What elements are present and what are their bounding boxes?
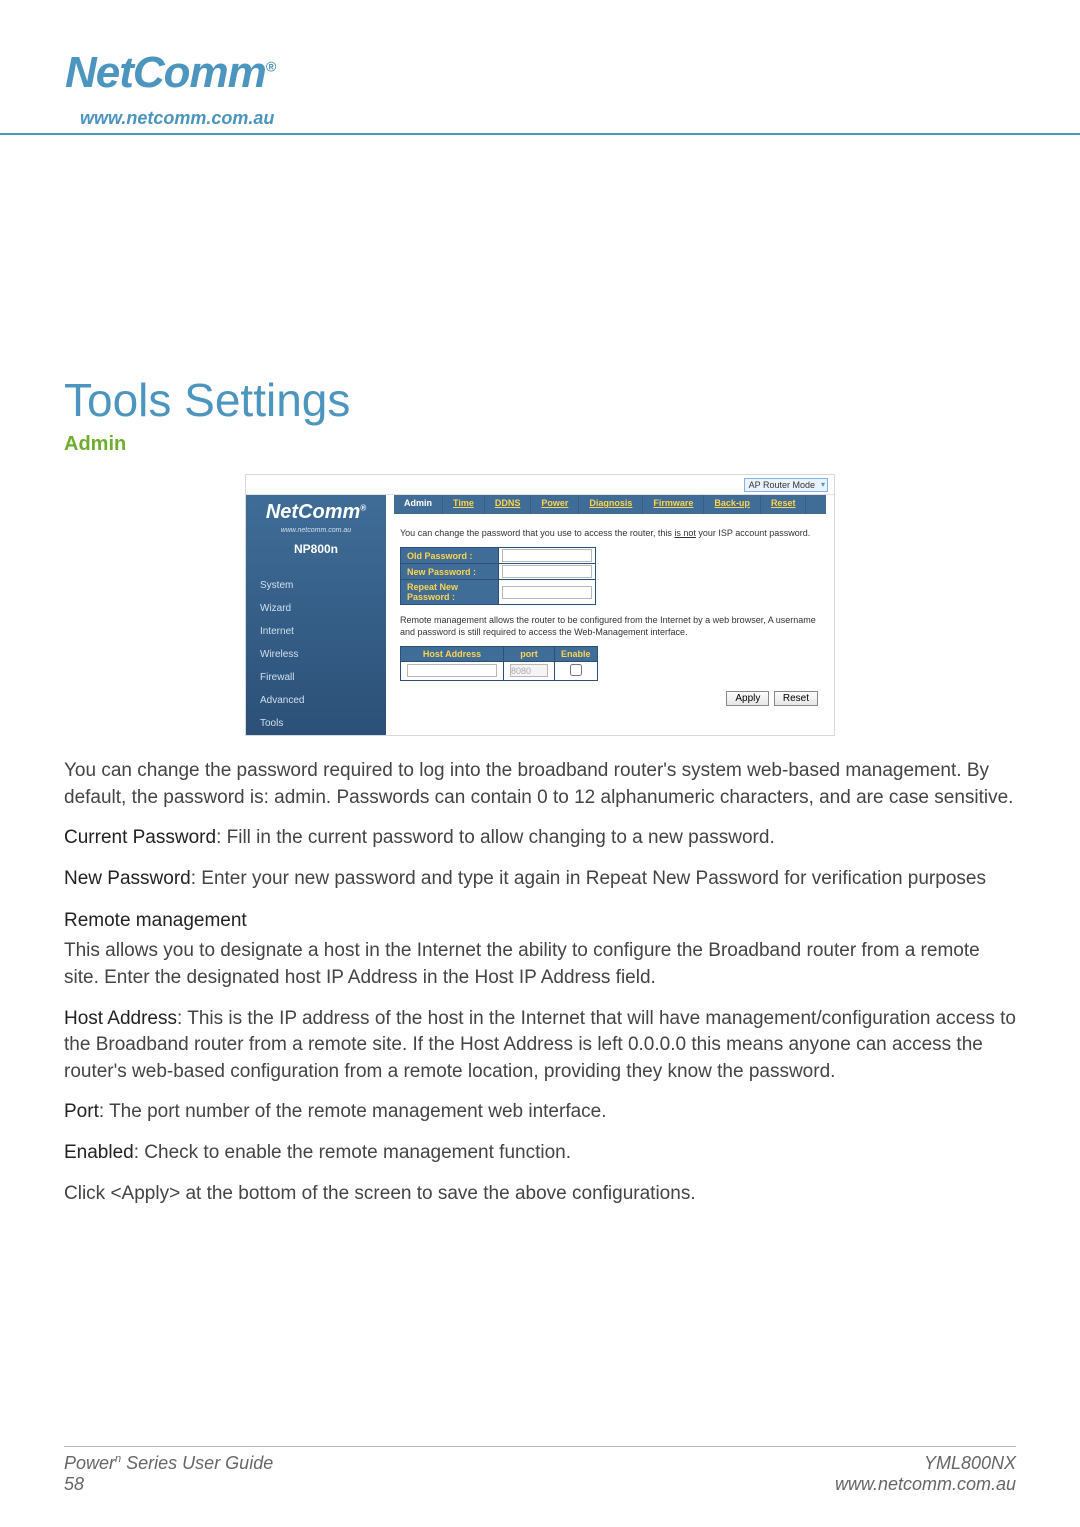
sidebar-item-wireless[interactable]: Wireless [246, 643, 386, 666]
tab-admin[interactable]: Admin [394, 495, 443, 514]
heading-remote-management: Remote management [64, 910, 1016, 932]
para-intro: You can change the password required to … [64, 758, 1016, 811]
sidebar-item-system[interactable]: System [246, 574, 386, 597]
repeat-password-label: Repeat New Password : [401, 580, 499, 605]
password-description: You can change the password that you use… [394, 528, 826, 547]
pw-desc-isnot: is not [674, 528, 696, 538]
section-admin: Admin [64, 433, 1016, 456]
para-current-password: Current Password: Fill in the current pa… [64, 825, 1016, 852]
router-brand-url: www.netcomm.com.au [281, 527, 351, 534]
para-apply: Click <Apply> at the bottom of the scree… [64, 1181, 1016, 1208]
para-host-address: Host Address: This is the IP address of … [64, 1006, 1016, 1086]
router-model: NP800n [246, 536, 386, 574]
repeat-password-input[interactable] [502, 586, 592, 599]
new-password-label: New Password : [401, 564, 499, 580]
para-new-password: New Password: Enter your new password an… [64, 866, 1016, 893]
page-number: 58 [64, 1474, 84, 1494]
label-enabled: Enabled [64, 1142, 134, 1163]
apply-button[interactable]: Apply [726, 691, 769, 706]
tab-reset[interactable]: Reset [761, 495, 807, 514]
password-table: Old Password : New Password : Repeat New… [400, 547, 596, 605]
para-remote-intro: This allows you to designate a host in t… [64, 938, 1016, 991]
footer-model: YML800NX [924, 1453, 1016, 1473]
tab-power[interactable]: Power [531, 495, 579, 514]
label-new-password: New Password [64, 868, 191, 889]
router-sidebar: NetComm® www.netcomm.com.au NP800n Syste… [246, 495, 386, 735]
tab-time[interactable]: Time [443, 495, 485, 514]
label-current-password: Current Password [64, 827, 216, 848]
brand-text: NetComm [65, 48, 266, 97]
sidebar-item-internet[interactable]: Internet [246, 620, 386, 643]
page-title: Tools Settings [64, 373, 1016, 427]
remote-description: Remote management allows the router to b… [394, 615, 826, 646]
port-input[interactable] [510, 664, 548, 677]
tab-diagnosis[interactable]: Diagnosis [579, 495, 643, 514]
router-brand: NetComm [266, 501, 360, 523]
para-port: Port: The port number of the remote mana… [64, 1099, 1016, 1126]
reset-button[interactable]: Reset [774, 691, 818, 706]
registered-mark: ® [266, 58, 275, 74]
rm-header-enable: Enable [555, 646, 598, 661]
pw-desc-b: your ISP account password. [696, 528, 810, 538]
tab-ddns[interactable]: DDNS [485, 495, 532, 514]
sidebar-item-firewall[interactable]: Firewall [246, 666, 386, 689]
router-admin-screenshot: AP Router Mode NetComm® www.netcomm.com.… [245, 474, 835, 736]
tab-backup[interactable]: Back-up [704, 495, 761, 514]
mode-bar: AP Router Mode [246, 475, 834, 495]
brand-logo: NetComm® [65, 48, 275, 98]
page-header: NetComm® www.netcomm.com.au [0, 0, 1080, 135]
router-logo: NetComm® www.netcomm.com.au [246, 495, 386, 536]
text-port: : The port number of the remote manageme… [99, 1101, 607, 1122]
old-password-label: Old Password : [401, 548, 499, 564]
footer-guide-prefix: Power [64, 1453, 115, 1473]
new-password-input[interactable] [502, 565, 592, 578]
label-port: Port [64, 1101, 99, 1122]
sidebar-item-tools[interactable]: Tools [246, 712, 386, 735]
tab-firmware[interactable]: Firmware [643, 495, 704, 514]
text-enabled: : Check to enable the remote management … [134, 1142, 571, 1163]
enable-checkbox[interactable] [570, 664, 582, 676]
rm-header-host: Host Address [401, 646, 504, 661]
host-address-input[interactable] [407, 664, 497, 677]
old-password-input[interactable] [502, 549, 592, 562]
sidebar-item-wizard[interactable]: Wizard [246, 597, 386, 620]
label-host-address: Host Address [64, 1008, 177, 1029]
text-new-password: : Enter your new password and type it ag… [191, 868, 986, 889]
document-body: You can change the password required to … [64, 758, 1016, 1207]
tools-tabstrip: Admin Time DDNS Power Diagnosis Firmware… [394, 495, 826, 514]
footer-url: www.netcomm.com.au [835, 1474, 1016, 1494]
brand-url: www.netcomm.com.au [80, 108, 274, 129]
text-host-address: : This is the IP address of the host in … [64, 1008, 1016, 1082]
para-enabled: Enabled: Check to enable the remote mana… [64, 1140, 1016, 1167]
pw-desc-a: You can change the password that you use… [400, 528, 674, 538]
router-reg: ® [360, 503, 366, 512]
rm-header-port: port [504, 646, 555, 661]
footer-guide: Powern Series User Guide [64, 1453, 273, 1473]
footer-guide-suffix: Series User Guide [121, 1453, 273, 1473]
text-current-password: : Fill in the current password to allow … [216, 827, 775, 848]
sidebar-item-advanced[interactable]: Advanced [246, 689, 386, 712]
page-footer: Powern Series User Guide 58 YML800NX www… [0, 1446, 1080, 1495]
remote-management-table: Host Address port Enable [400, 646, 598, 681]
mode-select[interactable]: AP Router Mode [744, 478, 828, 492]
